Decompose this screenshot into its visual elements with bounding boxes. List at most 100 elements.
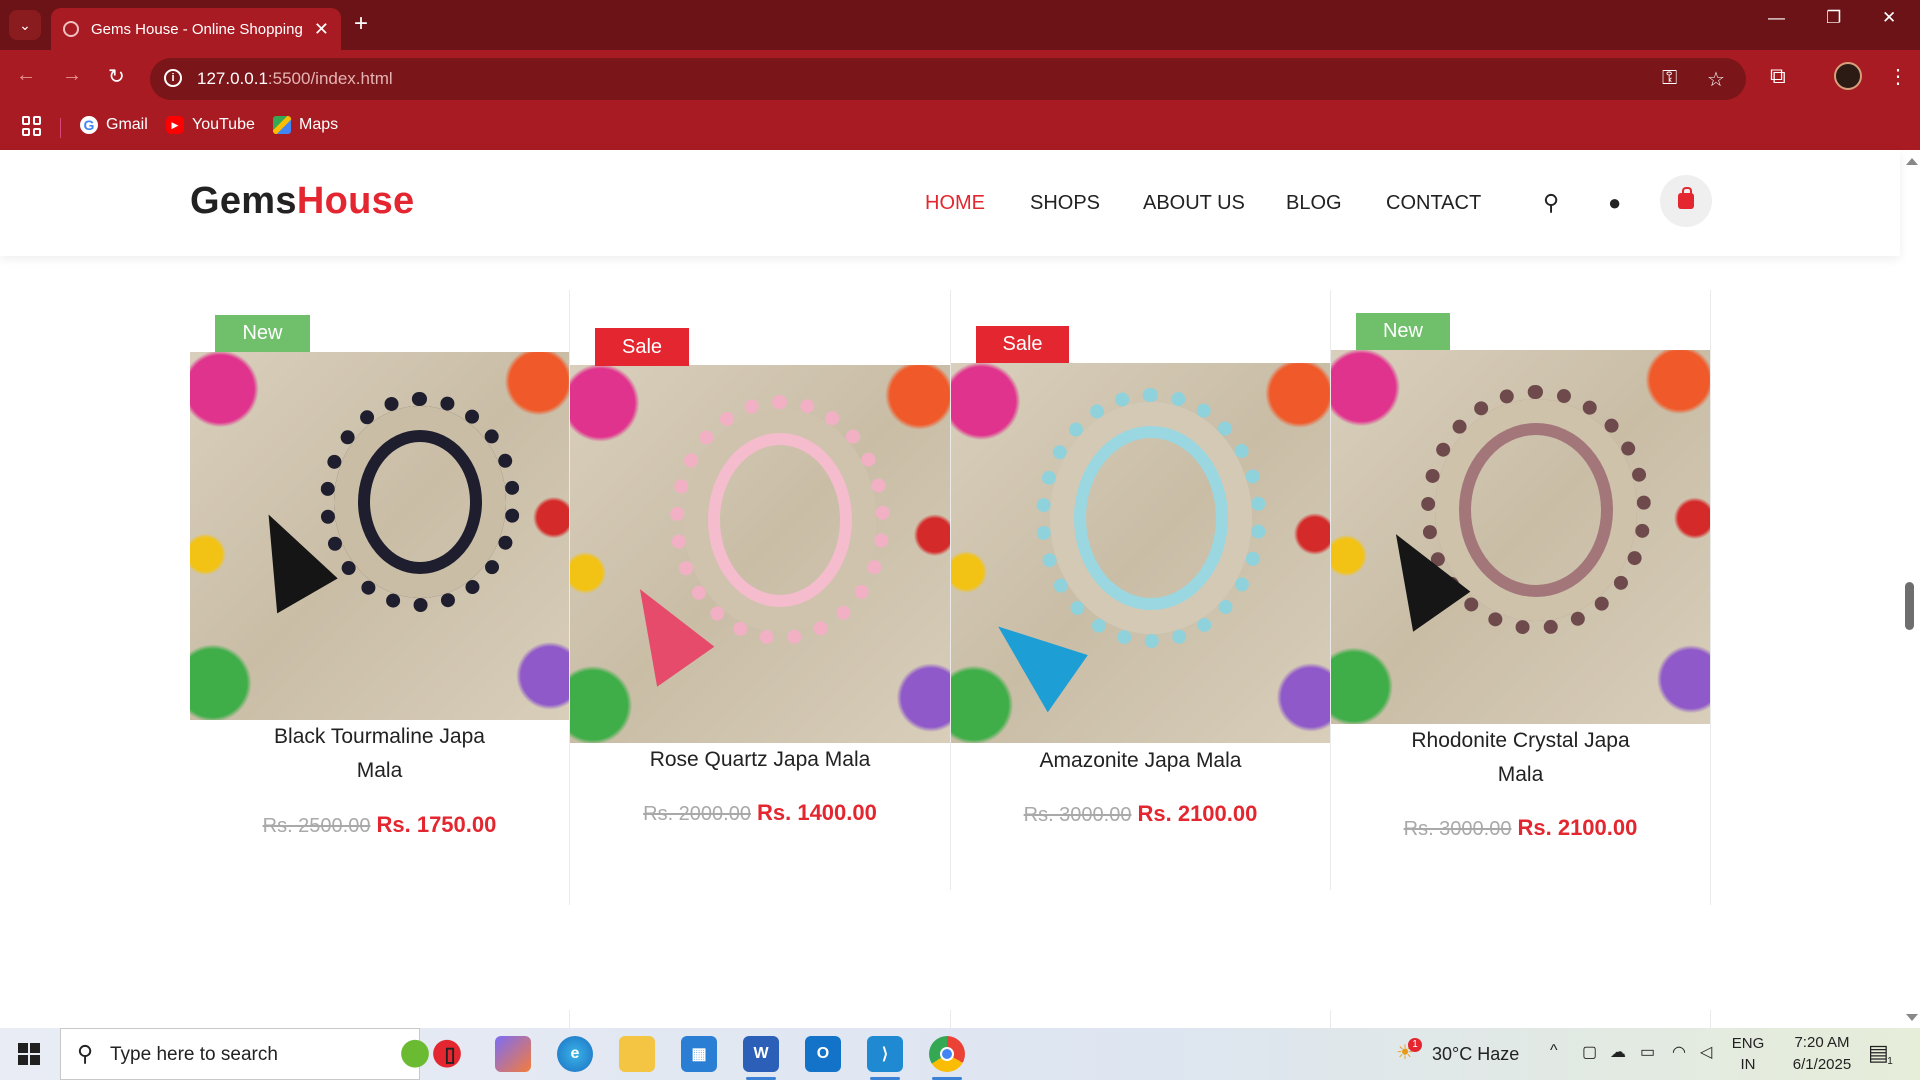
product-name[interactable]: Rose Quartz Japa Mala — [570, 743, 950, 777]
windows-taskbar: ⚲ Type here to search ▯ e ▦ W O ⟩ ☀ 1 30… — [0, 1028, 1920, 1080]
scroll-up-arrow[interactable] — [1906, 158, 1918, 165]
notification-count: 1 — [1887, 1056, 1893, 1067]
cart-button[interactable] — [1660, 175, 1712, 227]
product-name-line: Mala — [1497, 763, 1544, 786]
show-hidden-icons[interactable]: ^ — [1550, 1042, 1558, 1060]
product-image[interactable] — [951, 363, 1330, 743]
url-path: :5500/index.html — [267, 69, 393, 88]
back-button[interactable]: ← — [16, 64, 36, 87]
product-name[interactable]: Amazonite Japa Mala — [951, 744, 1330, 778]
scroll-down-arrow[interactable] — [1906, 1014, 1918, 1021]
search-icon[interactable]: ⚲ — [1543, 190, 1559, 216]
product-image[interactable] — [1331, 350, 1710, 724]
logo-text: Gems — [190, 180, 297, 222]
weather-alert-badge: 1 — [1408, 1038, 1422, 1052]
language-region: IN — [1740, 1056, 1756, 1073]
file-explorer-icon[interactable] — [619, 1036, 655, 1072]
password-key-icon[interactable]: ⚿ — [1662, 67, 1677, 90]
windows-start-icon[interactable] — [18, 1043, 40, 1065]
column-divider — [1710, 1010, 1711, 1028]
clock-date[interactable]: 6/1/2025 — [1776, 1056, 1868, 1073]
volume-icon[interactable]: ◁ — [1700, 1042, 1712, 1062]
meet-now-icon[interactable]: ▢ — [1582, 1042, 1597, 1062]
browser-toolbar: ← → ↻ i 127.0.0.1:5500/index.html ⚿ ☆ ⧉ … — [0, 50, 1920, 108]
nav-home[interactable]: HOME — [925, 192, 985, 215]
product-badge: New — [1356, 313, 1450, 350]
bookmark-youtube[interactable]: ▶ YouTube — [166, 116, 255, 134]
product-name-line: Black Tourmaline Japa — [274, 725, 485, 748]
forward-button[interactable]: → — [62, 64, 82, 87]
youtube-icon: ▶ — [166, 116, 184, 134]
address-bar[interactable]: i 127.0.0.1:5500/index.html ⚿ ☆ — [150, 58, 1746, 100]
restore-button[interactable]: ❐ — [1826, 8, 1841, 28]
bookmark-label: Gmail — [106, 116, 148, 133]
sale-price: Rs. 2100.00 — [1137, 801, 1258, 826]
browser-tab-bar: ⌄ Gems House - Online Shopping ✕ + — ❐ ✕ — [0, 0, 1920, 50]
bookmark-label: Maps — [299, 116, 339, 133]
language-indicator[interactable]: ENG — [1730, 1035, 1766, 1052]
copilot-icon[interactable] — [495, 1036, 531, 1072]
battery-icon[interactable]: ▭ — [1640, 1042, 1655, 1062]
close-tab-icon[interactable]: ✕ — [314, 19, 329, 40]
browser-menu-icon[interactable]: ⋮ — [1888, 64, 1908, 89]
url-text[interactable]: 127.0.0.1:5500/index.html — [197, 69, 393, 89]
task-view-icon[interactable]: ▯ — [432, 1036, 468, 1072]
clock-time[interactable]: 7:20 AM — [1776, 1034, 1868, 1051]
search-icon: ⚲ — [77, 1041, 94, 1066]
weather-text[interactable]: 30°C Haze — [1432, 1044, 1519, 1065]
product-name-line: Rhodonite Crystal Japa — [1411, 729, 1630, 752]
sale-price: Rs. 2100.00 — [1517, 815, 1638, 840]
sale-price: Rs. 1750.00 — [376, 812, 497, 837]
maps-icon — [273, 116, 291, 134]
site-header: GemsHouse HOME SHOPS ABOUT US BLOG CONTA… — [0, 150, 1900, 256]
wifi-icon[interactable]: ◠ — [1672, 1042, 1686, 1062]
word-icon[interactable]: W — [743, 1036, 779, 1072]
product-badge: New — [215, 315, 310, 352]
extensions-puzzle-icon[interactable]: ⧉ — [1770, 63, 1786, 89]
vscode-icon[interactable]: ⟩ — [867, 1036, 903, 1072]
product-image[interactable] — [190, 352, 569, 720]
edge-icon[interactable]: e — [557, 1036, 593, 1072]
taskbar-search-box[interactable]: ⚲ Type here to search — [60, 1028, 471, 1080]
scrollbar-thumb[interactable] — [1905, 582, 1914, 630]
column-divider — [950, 1010, 951, 1028]
user-icon[interactable]: ● — [1608, 190, 1621, 216]
browser-tab[interactable]: Gems House - Online Shopping ✕ — [51, 8, 341, 50]
outlook-icon[interactable]: O — [805, 1036, 841, 1072]
onedrive-icon[interactable]: ☁ — [1610, 1042, 1626, 1062]
microsoft-store-icon[interactable]: ▦ — [681, 1036, 717, 1072]
product-image[interactable] — [570, 365, 950, 743]
tab-search-button[interactable]: ⌄ — [9, 10, 41, 40]
search-placeholder: Type here to search — [110, 1044, 278, 1065]
reload-button[interactable]: ↻ — [108, 64, 125, 89]
chrome-icon[interactable] — [929, 1036, 965, 1072]
product-price: Rs. 2000.00 Rs. 1400.00 — [570, 800, 950, 826]
bookmark-maps[interactable]: Maps — [273, 116, 338, 134]
product-name[interactable]: Black Tourmaline Japa Mala — [190, 720, 569, 788]
column-divider — [1330, 1010, 1331, 1028]
old-price: Rs. 2000.00 — [643, 803, 751, 825]
product-name-line: Amazonite Japa Mala — [1039, 749, 1242, 772]
new-tab-button[interactable]: + — [354, 10, 368, 38]
site-logo[interactable]: GemsHouse — [190, 180, 414, 223]
site-info-icon[interactable]: i — [164, 69, 182, 87]
bookmark-label: YouTube — [192, 116, 255, 133]
nav-contact[interactable]: CONTACT — [1386, 192, 1481, 215]
product-name-line: Rose Quartz Japa Mala — [649, 748, 871, 771]
close-window-button[interactable]: ✕ — [1882, 8, 1896, 28]
old-price: Rs. 3000.00 — [1403, 818, 1512, 840]
product-name[interactable]: Rhodonite Crystal Japa Mala — [1331, 724, 1710, 792]
globe-icon — [63, 21, 79, 37]
profile-avatar[interactable] — [1834, 62, 1862, 90]
sale-price: Rs. 1400.00 — [756, 800, 877, 825]
shopping-bag-icon — [1678, 187, 1694, 209]
bookmark-star-icon[interactable]: ☆ — [1707, 67, 1725, 92]
logo-accent-text: House — [296, 180, 415, 222]
nav-about-us[interactable]: ABOUT US — [1143, 192, 1245, 215]
product-price: Rs. 2500.00 Rs. 1750.00 — [190, 812, 569, 838]
minimize-button[interactable]: — — [1768, 8, 1785, 28]
nav-shops[interactable]: SHOPS — [1030, 192, 1100, 215]
bookmark-gmail[interactable]: G Gmail — [80, 116, 148, 134]
nav-blog[interactable]: BLOG — [1286, 192, 1342, 215]
apps-grid-icon[interactable] — [22, 116, 42, 136]
